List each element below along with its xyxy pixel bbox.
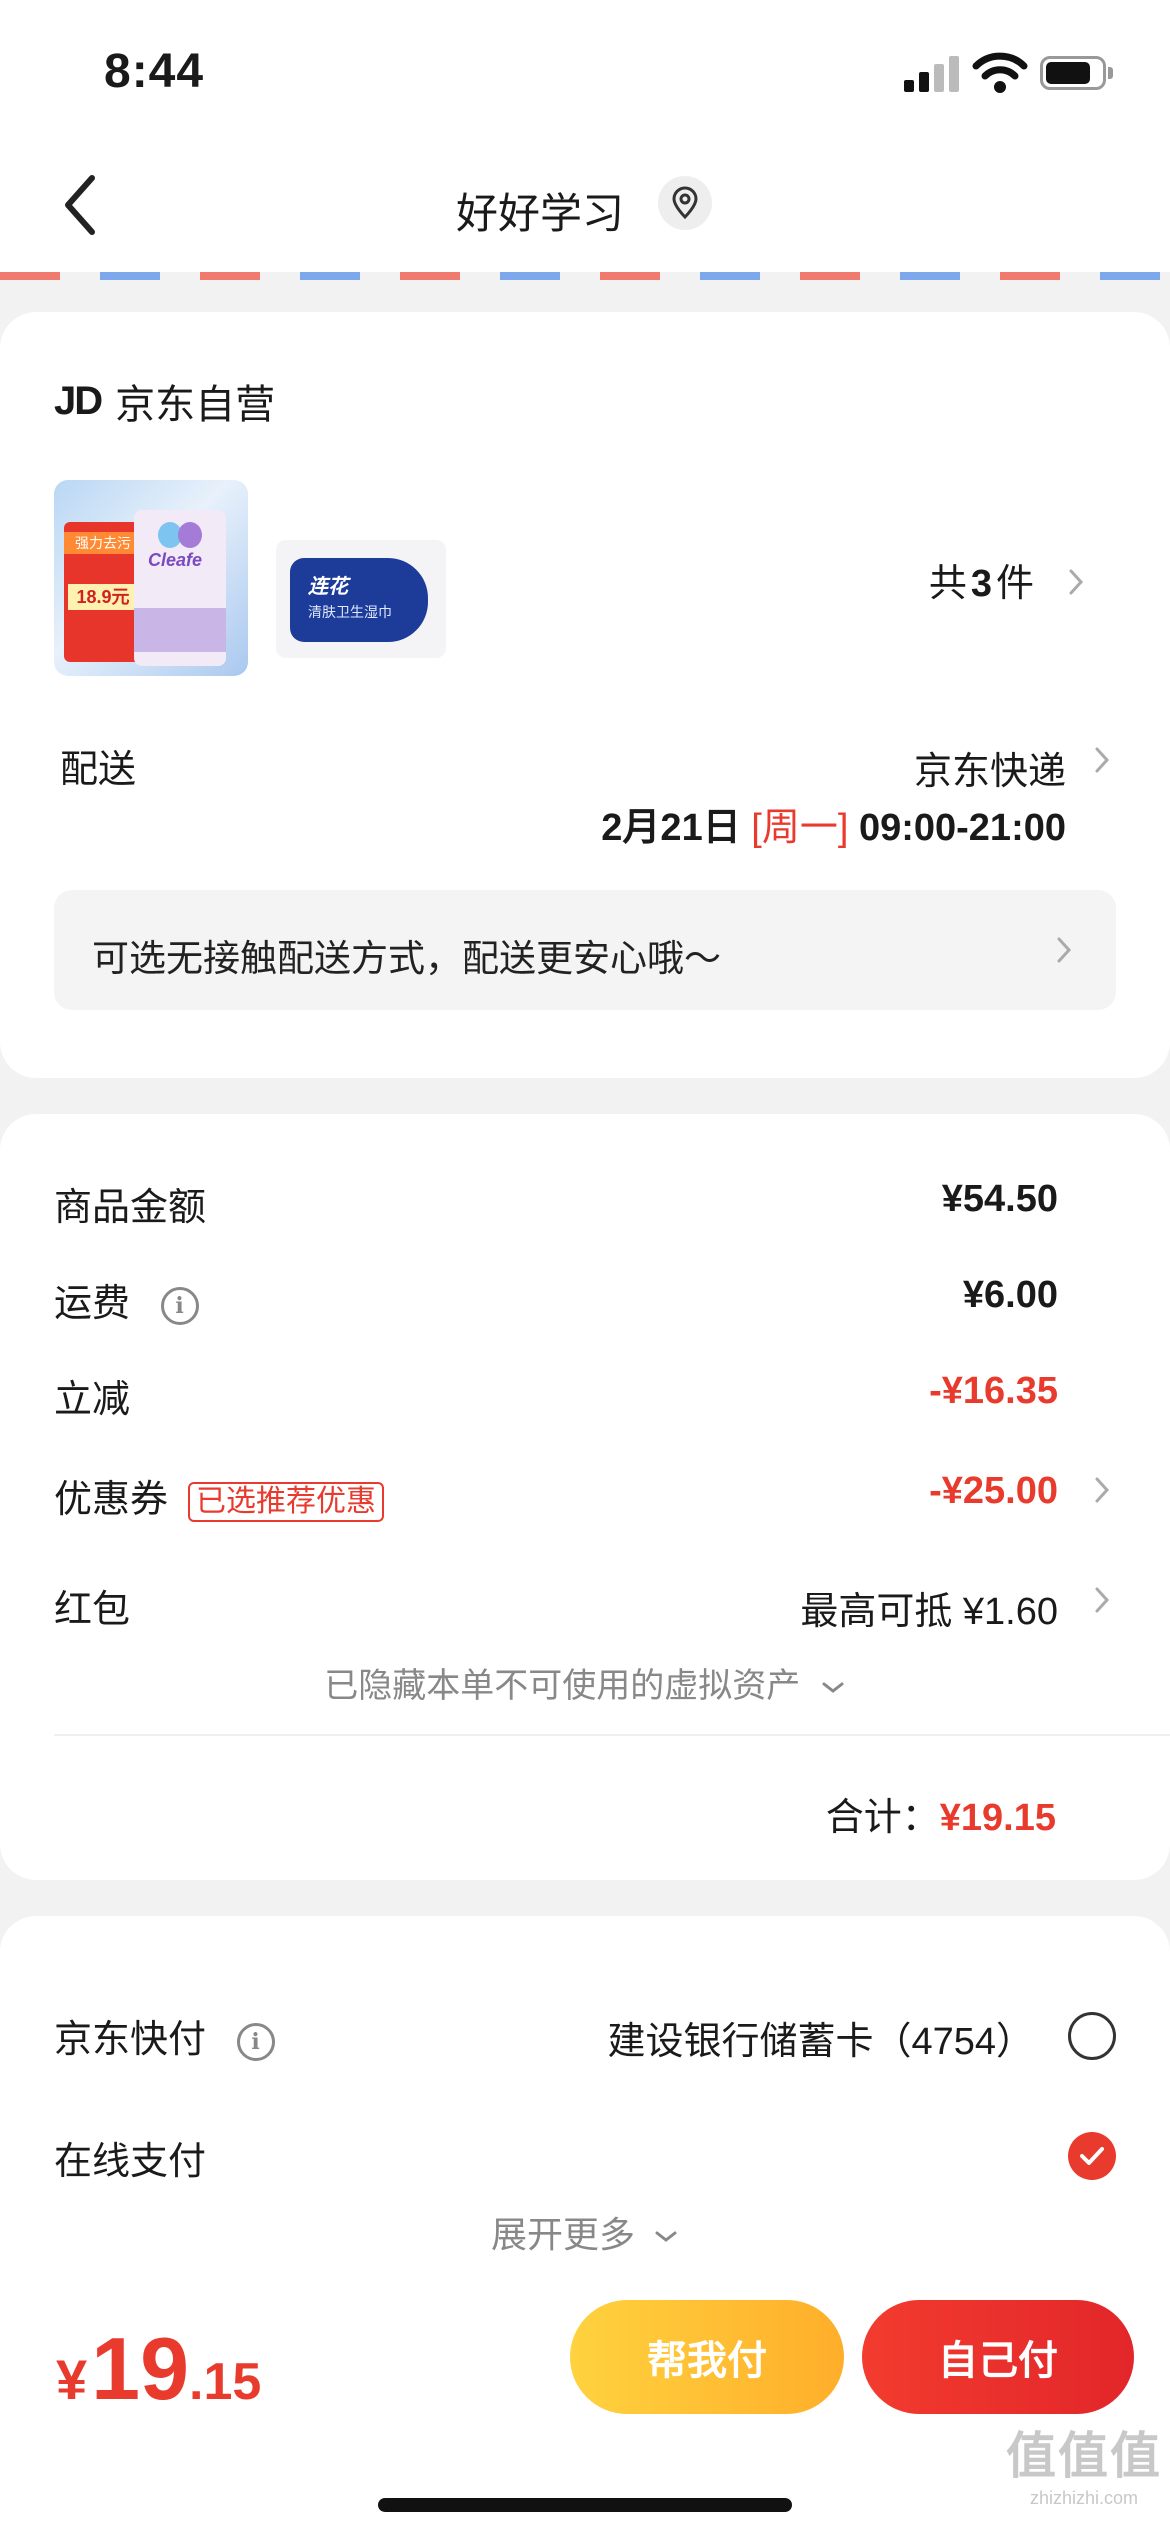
quickpay-label: 京东快付 i [54, 2008, 275, 2063]
coupon-label: 优惠券 已选推荐优惠 [54, 1468, 385, 1523]
battery-icon [1040, 56, 1114, 90]
shop-name: 京东自营 [115, 383, 276, 427]
nav-bar: 好好学习 [0, 140, 1170, 272]
bottom-pay-bar: ¥ 19 .15 帮我付 自己付 值值值 zhizhizhi.com [0, 2286, 1170, 2532]
shipping-label: 运费 i [54, 1272, 199, 1327]
price-summary-card: 商品金额 ¥54.50 运费 i ¥6.00 立减 -¥16.35 优惠券 已选推… [0, 1114, 1170, 1880]
coupon-badge: 已选推荐优惠 [188, 1481, 385, 1522]
page-title: 好好学习 [455, 190, 624, 237]
status-time: 8:44 [104, 45, 205, 98]
info-icon[interactable]: i [236, 2022, 275, 2061]
butterfly-logo-icon [158, 522, 202, 548]
expand-more-button[interactable]: 展开更多 [0, 2206, 1170, 2258]
product-thumbnail[interactable]: 强力去污 18.9元 Cleafe [54, 480, 248, 676]
chevron-down-icon [822, 1682, 844, 1693]
shop-header: JD 京东自营 [54, 372, 275, 430]
check-icon [1080, 2147, 1104, 2165]
chevron-right-icon [1092, 1474, 1112, 1506]
delivery-label: 配送 [60, 749, 137, 791]
delivery-time: 2月21日 [周一] 09:00-21:00 [601, 807, 1066, 849]
chevron-down-icon [655, 2231, 677, 2243]
divider [54, 1734, 1170, 1736]
pay-total: ¥ 19 .15 [56, 2319, 262, 2418]
watermark: 值值值 zhizhizhi.com [1006, 2428, 1162, 2508]
discount-label: 立减 [54, 1379, 131, 1421]
hidden-assets-toggle[interactable]: 已隐藏本单不可使用的虚拟资产 [0, 1658, 1170, 1707]
signal-icon [904, 56, 960, 92]
wifi-icon [972, 50, 1028, 94]
online-pay-radio[interactable] [1068, 2132, 1116, 2180]
chevron-right-icon [1092, 1584, 1112, 1616]
contactless-delivery-tip[interactable]: 可选无接触配送方式，配送更安心哦～ [54, 890, 1116, 1010]
discount-value: -¥16.35 [929, 1370, 1058, 1412]
goods-amount-value: ¥54.50 [941, 1178, 1058, 1220]
jd-logo: JD [54, 378, 103, 423]
red-packet-label: 红包 [54, 1589, 131, 1631]
chevron-right-icon [1066, 566, 1086, 598]
order-card: JD 京东自营 强力去污 18.9元 Cleafe 连花 清肤卫生湿巾 共3件 … [0, 312, 1170, 1078]
item-count[interactable]: 共3件 [929, 552, 1034, 607]
delivery-method[interactable]: 京东快递 [914, 740, 1066, 795]
status-bar: 8:44 [0, 0, 1170, 140]
pay-myself-button[interactable]: 自己付 [862, 2300, 1134, 2414]
shipping-value: ¥6.00 [962, 1274, 1058, 1316]
location-pin-icon [672, 186, 698, 220]
product-thumbnail[interactable]: 连花 清肤卫生湿巾 [276, 540, 446, 658]
airmail-stripe [0, 272, 1170, 280]
chevron-right-icon [1054, 934, 1074, 966]
goods-amount-label: 商品金额 [54, 1187, 207, 1229]
payment-method-card: 京东快付 i 建设银行储蓄卡（4754） 在线支付 展开更多 [0, 1916, 1170, 2286]
help-me-pay-button[interactable]: 帮我付 [570, 2300, 844, 2414]
location-button[interactable] [658, 176, 712, 230]
quickpay-card[interactable]: 建设银行储蓄卡（4754） [607, 2010, 1034, 2065]
online-pay-label: 在线支付 [54, 2141, 207, 2183]
home-indicator[interactable] [378, 2498, 792, 2512]
order-total: 合计：¥19.15 [825, 1797, 1056, 1839]
info-icon[interactable]: i [160, 1286, 199, 1325]
quickpay-radio[interactable] [1068, 2012, 1116, 2060]
chevron-right-icon [1092, 744, 1112, 776]
red-packet-value[interactable]: 最高可抵 ¥1.60 [800, 1580, 1058, 1635]
coupon-value[interactable]: -¥25.00 [929, 1470, 1058, 1513]
